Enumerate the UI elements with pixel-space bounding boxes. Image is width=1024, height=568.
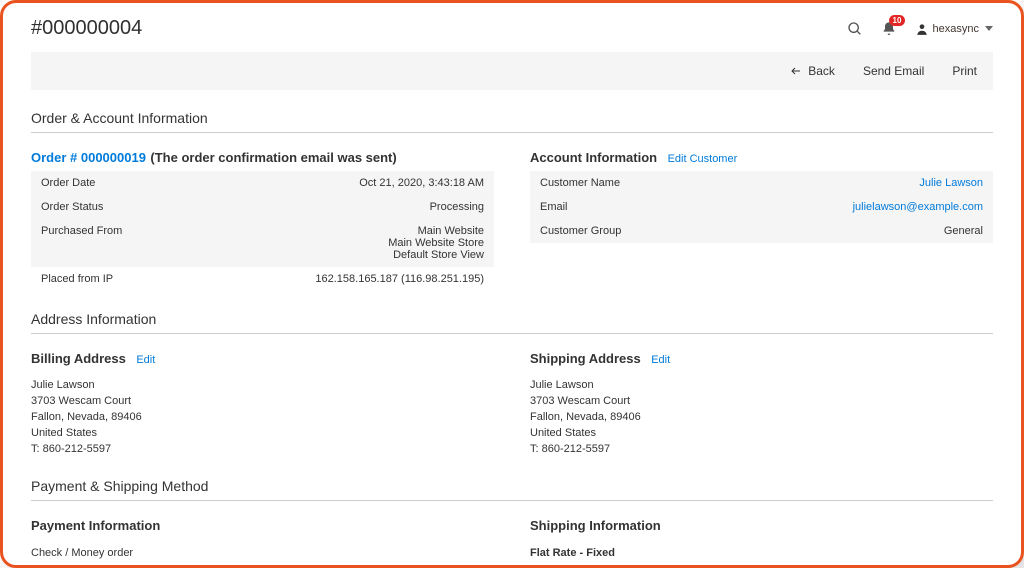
notification-badge: 10	[889, 15, 906, 26]
page-title: #000000004	[31, 17, 142, 40]
row-customer-email: Email julielawson@example.com	[530, 195, 993, 219]
page-header: #000000004 10 hexasync	[31, 17, 993, 40]
customer-email-label: Email	[540, 201, 568, 213]
placed-from-ip-label: Placed from IP	[41, 273, 113, 285]
shipping-info-column: Shipping Information Flat Rate - Fixed T…	[530, 511, 993, 565]
order-date-label: Order Date	[41, 177, 95, 189]
shipping-address-column: Shipping Address Edit Julie Lawson 3703 …	[530, 344, 993, 458]
shipping-address-edit-link[interactable]: Edit	[651, 354, 670, 366]
shipping-address-block: Julie Lawson 3703 Wescam Court Fallon, N…	[530, 378, 993, 458]
row-customer-name: Customer Name Julie Lawson	[530, 171, 993, 195]
customer-group-value: General	[944, 225, 983, 237]
order-date-value: Oct 21, 2020, 3:43:18 AM	[359, 177, 484, 189]
row-order-status: Order Status Processing	[31, 195, 494, 219]
order-confirmation-note: (The order confirmation email was sent)	[150, 150, 396, 165]
payment-shipping-section: Payment & Shipping Method Payment Inform…	[31, 478, 993, 565]
back-label: Back	[808, 64, 835, 78]
customer-name-link[interactable]: Julie Lawson	[919, 177, 983, 189]
arrow-left-icon	[790, 65, 802, 77]
order-status-value: Processing	[430, 201, 484, 213]
account-info-title: Account Information	[530, 150, 657, 165]
purchased-from-label: Purchased From	[41, 225, 122, 261]
order-account-section: Order & Account Information Order # 0000…	[31, 110, 993, 291]
billing-address-column: Billing Address Edit Julie Lawson 3703 W…	[31, 344, 494, 458]
header-tools: 10 hexasync	[847, 21, 993, 37]
section-title-address: Address Information	[31, 311, 993, 334]
placed-from-ip-value: 162.158.165.187 (116.98.251.195)	[315, 273, 484, 285]
shipping-info-title: Shipping Information	[530, 518, 661, 533]
address-info-section: Address Information Billing Address Edit…	[31, 311, 993, 458]
user-menu[interactable]: hexasync	[915, 22, 993, 36]
section-title-order-account: Order & Account Information	[31, 110, 993, 133]
shipping-method: Flat Rate - Fixed	[530, 545, 993, 562]
payment-method: Check / Money order	[31, 545, 494, 562]
notifications-icon[interactable]: 10	[881, 21, 897, 37]
billing-address-block: Julie Lawson 3703 Wescam Court Fallon, N…	[31, 378, 494, 458]
user-icon	[915, 22, 929, 36]
row-placed-from-ip: Placed from IP 162.158.165.187 (116.98.2…	[31, 267, 494, 291]
print-button[interactable]: Print	[952, 64, 977, 78]
order-status-label: Order Status	[41, 201, 103, 213]
shipping-address-title: Shipping Address	[530, 351, 641, 366]
payment-info-title: Payment Information	[31, 518, 160, 533]
purchased-from-value: Main Website Main Website Store Default …	[388, 225, 484, 261]
account-info-column: Account Information Edit Customer Custom…	[530, 143, 993, 291]
row-purchased-from: Purchased From Main Website Main Website…	[31, 219, 494, 267]
order-info-column: Order # 000000019 (The order confirmatio…	[31, 143, 494, 291]
payment-info-column: Payment Information Check / Money order …	[31, 511, 494, 565]
customer-email-link[interactable]: julielawson@example.com	[853, 201, 983, 213]
customer-name-label: Customer Name	[540, 177, 620, 189]
order-number-link[interactable]: Order # 000000019	[31, 150, 146, 165]
back-button[interactable]: Back	[790, 64, 835, 78]
action-bar: Back Send Email Print	[31, 52, 993, 90]
chevron-down-icon	[985, 26, 993, 31]
row-customer-group: Customer Group General	[530, 219, 993, 243]
customer-group-label: Customer Group	[540, 225, 621, 237]
section-title-payship: Payment & Shipping Method	[31, 478, 993, 501]
search-icon[interactable]	[847, 21, 863, 37]
billing-address-title: Billing Address	[31, 351, 126, 366]
send-email-button[interactable]: Send Email	[863, 64, 924, 78]
username: hexasync	[933, 23, 979, 35]
edit-customer-link[interactable]: Edit Customer	[668, 153, 738, 165]
billing-address-edit-link[interactable]: Edit	[136, 354, 155, 366]
row-order-date: Order Date Oct 21, 2020, 3:43:18 AM	[31, 171, 494, 195]
